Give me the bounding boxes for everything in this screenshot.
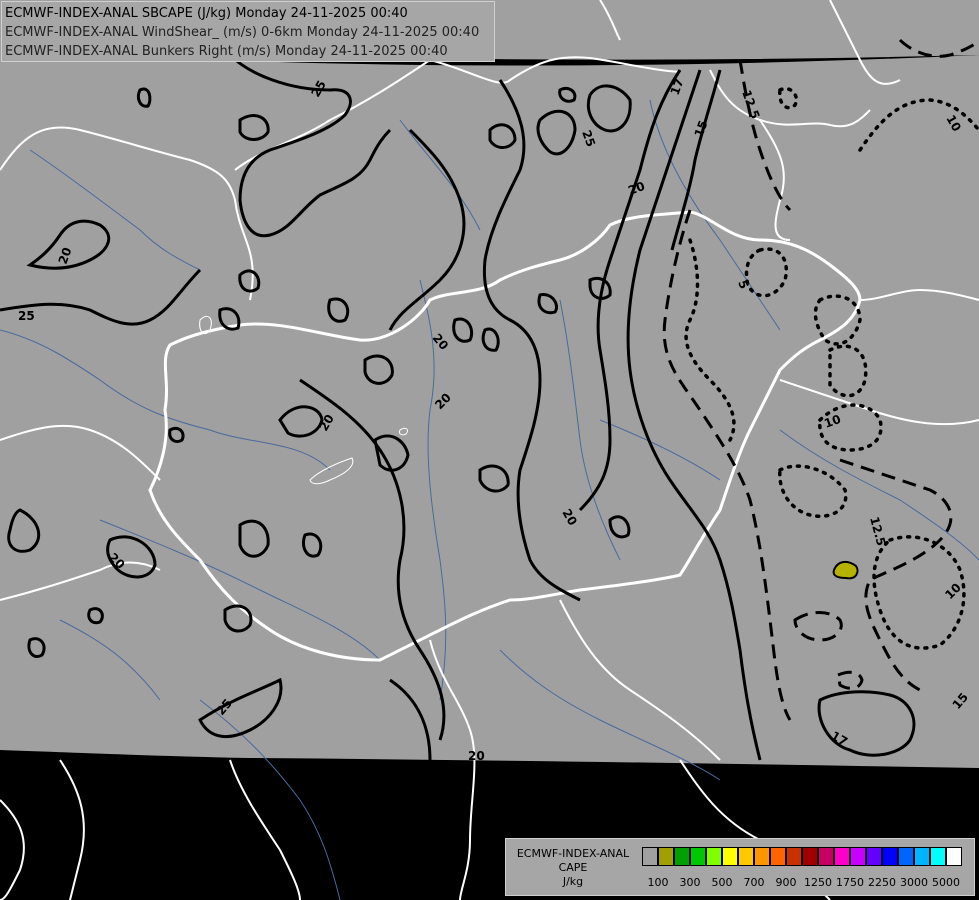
legend-swatch bbox=[738, 847, 754, 866]
legend-swatch bbox=[802, 847, 818, 866]
legend-title: ECMWF-INDEX-ANAL CAPE J/kg bbox=[506, 847, 640, 889]
legend-tick-label: 100 bbox=[647, 876, 669, 889]
legend-tick-label: 900 bbox=[775, 876, 797, 889]
legend-tick-label: 3000 bbox=[900, 876, 928, 889]
legend-swatch bbox=[658, 847, 674, 866]
legend-swatch bbox=[930, 847, 946, 866]
legend-swatch bbox=[770, 847, 786, 866]
legend-tick-label: 1250 bbox=[804, 876, 832, 889]
legend-title-line1: ECMWF-INDEX-ANAL bbox=[516, 847, 630, 860]
legend-tick-label: 500 bbox=[711, 876, 733, 889]
legend-swatch bbox=[754, 847, 770, 866]
legend-swatch bbox=[722, 847, 738, 866]
legend-tick-label: 1750 bbox=[836, 876, 864, 889]
legend-swatch bbox=[834, 847, 850, 866]
legend-swatch bbox=[898, 847, 914, 866]
title-sbcape: ECMWF-INDEX-ANAL SBCAPE (J/kg) Monday 24… bbox=[5, 6, 408, 21]
legend-tick-label: 700 bbox=[743, 876, 765, 889]
contour-label: 20 bbox=[468, 749, 485, 763]
legend-swatch bbox=[850, 847, 866, 866]
legend-swatch bbox=[674, 847, 690, 866]
legend-swatch bbox=[786, 847, 802, 866]
map-titles: ECMWF-INDEX-ANAL SBCAPE (J/kg) Monday 24… bbox=[1, 1, 495, 62]
weather-map: 25 25 20 20 17 15 12.5 10 5 20 20 20 20 … bbox=[0, 0, 979, 900]
cape-legend: ECMWF-INDEX-ANAL CAPE J/kg 100 300 500 700 9… bbox=[505, 838, 975, 896]
legend-swatch bbox=[642, 847, 658, 866]
legend-tick-label: 300 bbox=[679, 876, 701, 889]
cape-cell bbox=[832, 560, 859, 580]
legend-title-line2: CAPE bbox=[558, 861, 588, 874]
legend-swatch bbox=[882, 847, 898, 866]
legend-tick-label: 2250 bbox=[868, 876, 896, 889]
title-bunkers: ECMWF-INDEX-ANAL Bunkers Right (m/s) Mon… bbox=[5, 44, 448, 59]
legend-swatch bbox=[866, 847, 882, 866]
legend-swatch bbox=[690, 847, 706, 866]
contour-label: 25 bbox=[18, 309, 35, 323]
model-domain bbox=[0, 0, 979, 768]
legend-title-line3: J/kg bbox=[562, 875, 584, 888]
title-windshear: ECMWF-INDEX-ANAL WindShear_ (m/s) 0-6km … bbox=[5, 25, 480, 40]
legend-tick-label: 5000 bbox=[932, 876, 960, 889]
legend-swatch bbox=[706, 847, 722, 866]
legend-swatch bbox=[946, 847, 962, 866]
legend-swatch bbox=[818, 847, 834, 866]
legend-swatch bbox=[914, 847, 930, 866]
